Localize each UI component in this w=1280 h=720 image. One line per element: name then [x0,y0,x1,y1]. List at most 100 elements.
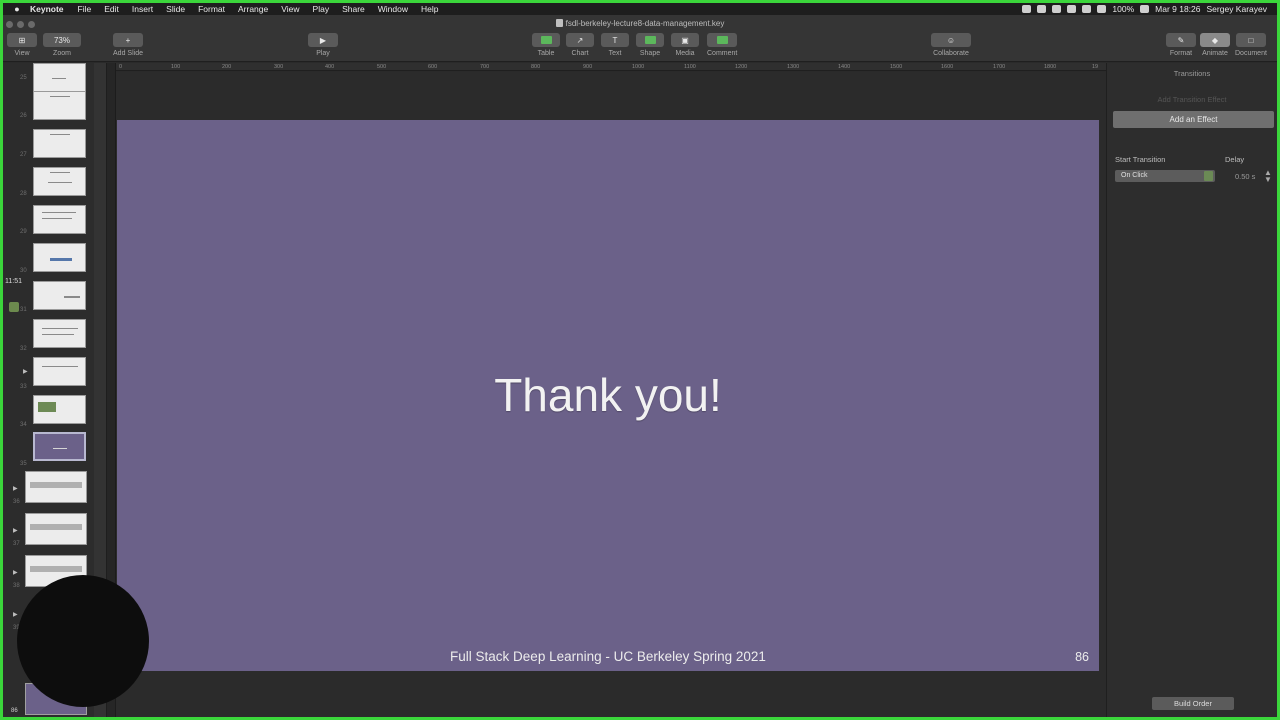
slide-thumbnail[interactable] [25,471,87,503]
status-dropbox-icon[interactable] [1052,5,1062,13]
text-icon[interactable]: T [601,33,629,47]
start-transition-select[interactable]: On Click [1115,170,1215,182]
comment-button[interactable]: Comment [707,33,737,57]
slide-number: 30 [20,268,27,274]
ruler-tick: 1100 [684,64,696,70]
slide-thumbnail[interactable] [33,395,86,424]
ruler-tick: 300 [274,64,284,70]
animate-button[interactable]: ◆ Animate [1200,33,1230,57]
add-slide-button[interactable]: + Add Slide [113,33,143,57]
battery-percent[interactable]: 100% [1112,4,1134,14]
delay-stepper[interactable]: ▲ ▼ [1264,169,1272,184]
collaborate-button[interactable]: ☺ Collaborate [931,33,971,57]
chevron-down-icon [1204,171,1213,181]
menu-window[interactable]: Window [378,4,408,14]
slide-number: 38 [13,583,20,589]
zoom-select[interactable]: 73% [43,33,81,47]
current-slide[interactable]: Thank you! Full Stack Deep Learning - UC… [117,120,1099,671]
media-button[interactable]: ▣ Media [671,33,699,57]
menu-help[interactable]: Help [421,4,438,14]
play-icon[interactable]: ▶ [308,33,338,47]
menubar-user[interactable]: Sergey Karayev [1207,4,1267,14]
chart-label: Chart [571,50,589,57]
menu-play[interactable]: Play [313,4,330,14]
slide-thumbnail[interactable] [33,91,86,120]
status-settings-icon[interactable] [1067,5,1077,13]
status-cloud-icon[interactable] [1037,5,1047,13]
format-button[interactable]: ✎ Format [1166,33,1196,57]
play-button[interactable]: ▶ Play [308,33,338,57]
menu-arrange[interactable]: Arrange [238,4,268,14]
slide-footer[interactable]: Full Stack Deep Learning - UC Berkeley S… [117,649,1099,664]
collaborate-label: Collaborate [933,50,969,57]
slide-title[interactable]: Thank you! [117,368,1099,422]
slide-thumbnail[interactable] [33,167,86,196]
menu-share[interactable]: Share [342,4,365,14]
ruler-tick: 1500 [890,64,903,70]
group-disclosure-icon[interactable]: ▶ [23,368,28,375]
menu-file[interactable]: File [78,4,92,14]
delay-field[interactable]: 0.50 s [1235,172,1255,181]
menu-insert[interactable]: Insert [132,4,153,14]
group-disclosure-icon[interactable]: ▶ [13,611,18,618]
build-order-button[interactable]: Build Order [1152,697,1234,710]
add-effect-button[interactable]: Add an Effect [1113,111,1274,128]
zoom-button[interactable]: 73% Zoom [43,33,81,57]
chart-icon[interactable]: ↗ [566,33,594,47]
slide-thumbnail-selected[interactable] [33,432,86,461]
slide-page-number[interactable]: 86 [1075,650,1089,664]
table-icon[interactable] [532,33,560,47]
shape-button[interactable]: Shape [636,33,664,57]
slide-thumbnail[interactable] [33,281,86,310]
media-icon[interactable]: ▣ [671,33,699,47]
format-icon[interactable]: ✎ [1166,33,1196,47]
play-label: Play [316,50,330,57]
inspector-tab-transitions[interactable]: Transitions [1107,69,1277,78]
start-transition-value: On Click [1121,172,1148,179]
slide-thumbnail[interactable] [33,357,86,386]
menu-view[interactable]: View [281,4,299,14]
shape-icon[interactable] [636,33,664,47]
view-button[interactable]: ⊞ View [7,33,37,57]
menu-format[interactable]: Format [198,4,225,14]
slide-thumbnail[interactable] [25,513,87,545]
slide-thumbnail[interactable] [33,319,86,348]
delay-label: Delay [1225,155,1245,164]
document-button[interactable]: □ Document [1235,33,1267,57]
group-disclosure-icon[interactable]: ▶ [13,527,18,534]
table-button[interactable]: Table [532,33,560,57]
slide-number: 35 [20,461,27,467]
add-slide-icon[interactable]: + [113,33,143,47]
slide-thumbnail[interactable] [33,243,86,272]
menu-slide[interactable]: Slide [166,4,185,14]
menubar-clock[interactable]: Mar 9 18:26 [1155,4,1200,14]
document-title-bar: fsdl-berkeley-lecture8-data-management.k… [3,19,1277,28]
document-icon-button[interactable]: □ [1235,33,1266,47]
status-camera-icon[interactable] [1022,5,1032,13]
slide-number: 32 [20,346,27,352]
view-button-face[interactable]: ⊞ [7,33,37,47]
toolbar: fsdl-berkeley-lecture8-data-management.k… [3,15,1277,62]
menu-app-name[interactable]: Keynote [30,4,64,14]
status-area: 100% Mar 9 18:26 Sergey Karayev [1022,4,1277,14]
status-wifi-icon[interactable] [1082,5,1092,13]
slide-thumbnail[interactable] [33,205,86,234]
apple-menu-icon[interactable]: ● [12,4,22,14]
menu-edit[interactable]: Edit [104,4,119,14]
comment-icon[interactable] [707,33,738,47]
battery-icon[interactable] [1140,5,1150,13]
collaborate-icon[interactable]: ☺ [931,33,971,47]
format-label: Format [1169,50,1193,57]
ruler-tick: 400 [325,64,335,70]
chart-button[interactable]: ↗ Chart [566,33,594,57]
animate-icon[interactable]: ◆ [1200,33,1230,47]
group-disclosure-icon[interactable]: ▶ [13,485,18,492]
timer-readout: 11:51 [5,278,22,285]
status-volume-icon[interactable] [1097,5,1107,13]
slide-number: 33 [20,384,27,390]
slide-thumbnail[interactable] [33,63,86,92]
group-disclosure-icon[interactable]: ▶ [13,569,18,576]
slide-thumbnail[interactable] [33,129,86,158]
ruler-tick: 600 [428,64,438,70]
text-button[interactable]: T Text [601,33,629,57]
